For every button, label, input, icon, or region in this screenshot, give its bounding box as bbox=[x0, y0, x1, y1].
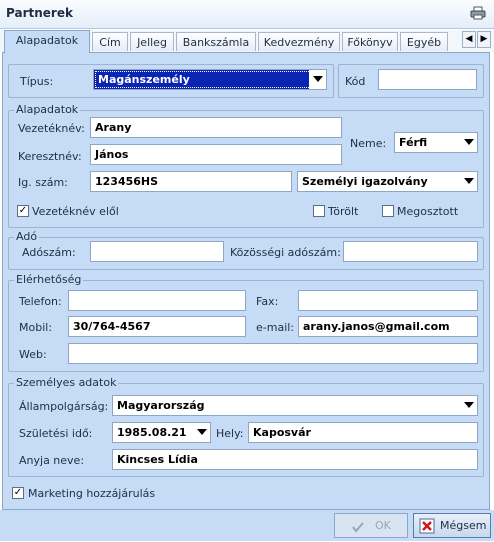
vezeteknev-label: Vezetéknév: bbox=[18, 122, 85, 135]
ok-button[interactable]: OK bbox=[334, 513, 408, 538]
kozossegi-input[interactable] bbox=[343, 241, 478, 262]
hely-label: Hely: bbox=[216, 427, 244, 440]
chevron-down-icon bbox=[313, 76, 323, 82]
tab-scroll-right-icon[interactable]: ▶ bbox=[477, 31, 491, 48]
printer-icon[interactable] bbox=[470, 6, 486, 20]
hely-input[interactable]: Kaposvár bbox=[248, 422, 478, 443]
tipus-label: Típus: bbox=[20, 75, 54, 88]
chevron-down-icon bbox=[197, 429, 207, 435]
tab-egyeb[interactable]: Egyéb bbox=[400, 32, 448, 51]
window-title: Partnerek bbox=[6, 6, 73, 20]
neme-select[interactable]: Férfi bbox=[394, 132, 478, 153]
vezeteknev-elol-label: Vezetéknév elől bbox=[32, 205, 119, 218]
torolt-checkbox[interactable] bbox=[313, 205, 325, 217]
tipus-select[interactable]: Magánszemély bbox=[93, 69, 327, 90]
cancel-button[interactable]: Mégsem bbox=[413, 513, 491, 538]
tab-cim[interactable]: Cím bbox=[92, 32, 128, 51]
allampolgarsag-value: Magyarország bbox=[117, 399, 205, 412]
kod-label: Kód bbox=[345, 75, 366, 88]
igszam-input[interactable]: 123456HS bbox=[90, 171, 292, 192]
adoszam-label: Adószám: bbox=[22, 246, 76, 259]
telefon-label: Telefon: bbox=[19, 295, 62, 308]
szuletesi-ido-value: 1985.08.21 bbox=[117, 426, 187, 439]
szemelyes-legend: Személyes adatok bbox=[14, 376, 119, 389]
mobil-input[interactable]: 30/764-4567 bbox=[68, 316, 246, 337]
adoszam-input[interactable] bbox=[90, 241, 224, 262]
tab-fokonyv[interactable]: Főkönyv bbox=[342, 32, 398, 51]
tipus-arrow-box bbox=[309, 70, 326, 89]
email-input[interactable]: arany.janos@gmail.com bbox=[298, 316, 478, 337]
megosztott-checkbox[interactable] bbox=[382, 205, 394, 217]
keresztnev-label: Keresztnév: bbox=[18, 150, 82, 163]
marketing-label: Marketing hozzájárulás bbox=[28, 487, 156, 500]
keresztnev-input[interactable]: János bbox=[90, 144, 342, 165]
igtipus-select[interactable]: Személyi igazolvány bbox=[297, 171, 478, 192]
tab-jelleg[interactable]: Jelleg bbox=[130, 32, 174, 51]
cancel-label: Mégsem bbox=[440, 519, 487, 532]
ok-label: OK bbox=[375, 519, 391, 532]
tab-bankszamla[interactable]: Bankszámla bbox=[176, 32, 256, 51]
vezeteknev-elol-checkbox[interactable]: ✓ bbox=[17, 205, 29, 217]
kod-input[interactable] bbox=[378, 69, 477, 90]
tab-scroll-left-icon[interactable]: ◀ bbox=[462, 31, 476, 48]
szuletesi-ido-label: Születési idő: bbox=[19, 427, 93, 440]
tab-kedvezmeny[interactable]: Kedvezmény bbox=[258, 32, 340, 51]
szuletesi-ido-picker[interactable]: 1985.08.21 bbox=[112, 422, 211, 443]
chevron-down-icon bbox=[464, 178, 474, 184]
tipus-value: Magánszemély bbox=[98, 73, 190, 86]
web-label: Web: bbox=[19, 348, 47, 361]
allampolgarsag-select[interactable]: Magyarország bbox=[112, 395, 478, 416]
anyja-input[interactable]: Kincses Lídia bbox=[112, 449, 478, 470]
ado-legend: Adó bbox=[14, 230, 40, 243]
chevron-down-icon bbox=[464, 139, 474, 145]
igtipus-value: Személyi igazolvány bbox=[302, 175, 428, 188]
tab-alapadatok[interactable]: Alapadatok bbox=[4, 30, 90, 53]
neme-value: Férfi bbox=[399, 136, 428, 149]
vezeteknev-input[interactable]: Arany bbox=[90, 117, 342, 138]
elerhetoseg-legend: Elérhetőség bbox=[14, 273, 84, 286]
cancel-x-icon bbox=[419, 518, 435, 534]
email-label: e-mail: bbox=[256, 321, 295, 334]
neme-label: Neme: bbox=[350, 137, 387, 150]
allampolgarsag-label: Állampolgárság: bbox=[19, 400, 109, 413]
mobil-label: Mobil: bbox=[19, 321, 53, 334]
telefon-input[interactable] bbox=[68, 290, 246, 311]
kozossegi-label: Közösségi adószám: bbox=[230, 246, 341, 259]
anyja-label: Anyja neve: bbox=[19, 454, 85, 467]
tab-strip: Alapadatok Cím Jelleg Bankszámla Kedvezm… bbox=[0, 30, 494, 53]
torolt-label: Törölt bbox=[328, 205, 359, 218]
fax-label: Fax: bbox=[256, 295, 279, 308]
fax-input[interactable] bbox=[298, 290, 478, 311]
chevron-down-icon bbox=[464, 402, 474, 408]
ok-check-icon bbox=[351, 519, 365, 533]
megosztott-label: Megosztott bbox=[397, 205, 459, 218]
igszam-label: Ig. szám: bbox=[18, 176, 68, 189]
marketing-checkbox[interactable]: ✓ bbox=[12, 487, 24, 499]
web-input[interactable] bbox=[68, 343, 478, 364]
title-bar: Partnerek bbox=[0, 0, 494, 29]
alapadatok-legend: Alapadatok bbox=[14, 103, 81, 116]
